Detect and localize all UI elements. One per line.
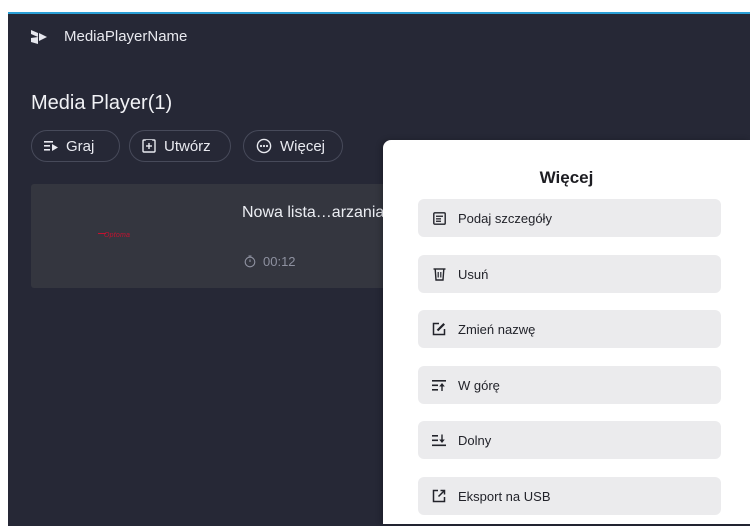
more-options-icon [256, 138, 272, 154]
menu-item-label: Zmień nazwę [458, 321, 536, 337]
menu-item-export-usb[interactable]: Eksport na USB [418, 477, 721, 515]
menu-item-delete[interactable]: Usuń [418, 255, 721, 293]
menu-item-label: Podaj szczegóły [458, 210, 552, 226]
playlist-duration-value: 00:12 [263, 254, 296, 269]
more-button[interactable]: Więcej [243, 130, 343, 162]
more-panel: Więcej Podaj szczegóły Usuń Zmień nazwę … [383, 140, 750, 524]
menu-item-move-up[interactable]: W górę [418, 366, 721, 404]
play-list-icon [44, 141, 58, 151]
menu-item-details[interactable]: Podaj szczegóły [418, 199, 721, 237]
app-name: MediaPlayerName [64, 28, 188, 45]
rename-icon [432, 322, 446, 336]
playlist-duration: 00:12 [244, 254, 296, 269]
play-button[interactable]: Graj [31, 130, 120, 162]
page-title: Media Player(1) [31, 92, 173, 114]
export-icon [432, 489, 446, 503]
create-button[interactable]: Utwórz [129, 130, 231, 162]
menu-item-move-bottom[interactable]: Dolny [418, 421, 721, 459]
timer-icon [244, 255, 256, 268]
playlist-card[interactable]: Optoma Nowa lista…arzania 00:12 [31, 184, 391, 288]
brand-logo: Optoma [104, 232, 131, 239]
more-button-label: Więcej [280, 137, 326, 155]
title-bar: MediaPlayerName [8, 14, 750, 58]
trash-icon [432, 267, 446, 281]
menu-item-label: Eksport na USB [458, 488, 551, 504]
create-button-label: Utwórz [164, 137, 211, 155]
move-bottom-icon [432, 433, 446, 447]
details-icon [432, 211, 446, 225]
move-up-icon [432, 378, 446, 392]
menu-item-rename[interactable]: Zmień nazwę [418, 310, 721, 348]
app-logo-icon [31, 30, 47, 44]
playlist-thumbnail: Optoma [31, 184, 221, 288]
menu-item-label: Dolny [458, 432, 492, 448]
more-panel-title: Więcej [539, 168, 594, 187]
menu-item-label: W górę [458, 377, 500, 393]
add-box-icon [142, 139, 156, 153]
playlist-title: Nowa lista…arzania [242, 204, 385, 221]
screen: MediaPlayerName Media Player(1) Graj Utw… [0, 0, 750, 526]
menu-item-label: Usuń [458, 266, 489, 282]
play-button-label: Graj [66, 137, 95, 155]
